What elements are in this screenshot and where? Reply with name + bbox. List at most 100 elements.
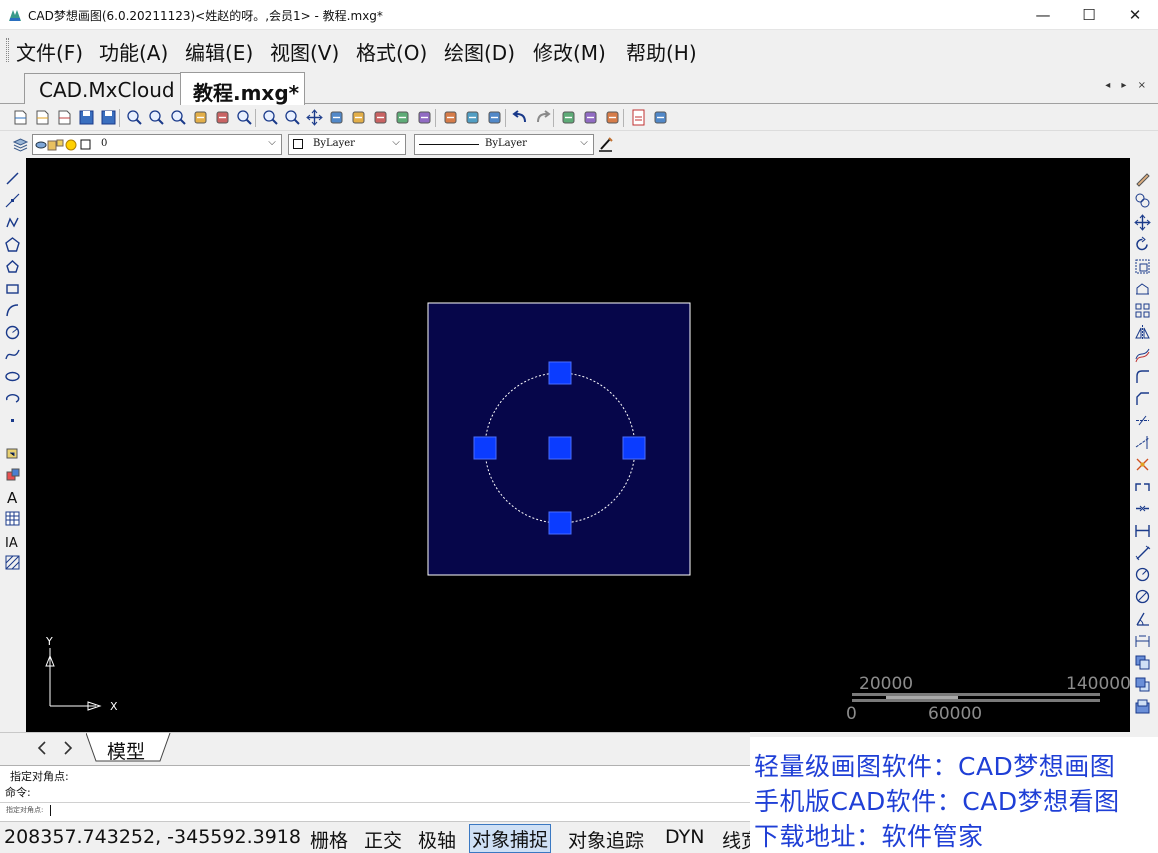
menu-draw[interactable]: 绘图(D) — [444, 37, 515, 66]
grip-center[interactable] — [548, 436, 572, 460]
open-file-icon[interactable] — [34, 109, 51, 126]
menu-view[interactable]: 视图(V) — [270, 37, 339, 66]
layer-dropdown[interactable]: 0 ⌵ — [32, 134, 282, 155]
osnap-toggle[interactable]: 对象捕捉 — [469, 824, 552, 853]
polar-toggle[interactable]: 极轴 — [418, 826, 456, 853]
menu-function[interactable]: 功能(A) — [99, 37, 168, 66]
erase-icon[interactable] — [1134, 170, 1151, 187]
dim-radius-icon[interactable] — [1134, 566, 1151, 583]
table-icon[interactable] — [4, 510, 21, 527]
arc-icon[interactable] — [4, 302, 21, 319]
menu-file[interactable]: 文件(F) — [16, 37, 83, 66]
ortho-toggle[interactable]: 正交 — [364, 826, 402, 853]
ellipse-icon[interactable] — [4, 368, 21, 385]
polygon-icon[interactable] — [4, 236, 21, 253]
match-properties-icon[interactable] — [442, 109, 459, 126]
lineweight-icon[interactable] — [597, 136, 614, 153]
ellipse-arc-icon[interactable] — [4, 390, 21, 407]
color-dropdown[interactable]: ByLayer ⌵ — [288, 134, 406, 155]
next-layout-icon[interactable] — [62, 739, 74, 757]
fillet-icon[interactable] — [1134, 368, 1151, 385]
construction-line-icon[interactable] — [4, 192, 21, 209]
draw-order-above-icon[interactable] — [1134, 698, 1151, 715]
zoom-all-icon[interactable] — [262, 109, 279, 126]
array-icon[interactable] — [1134, 302, 1151, 319]
menu-format[interactable]: 格式(O) — [356, 37, 427, 66]
menu-help[interactable]: 帮助(H) — [626, 37, 697, 66]
tab-navigation[interactable]: ◂ ▸ × — [1105, 80, 1150, 91]
rotate-icon[interactable] — [1134, 236, 1151, 253]
print-icon[interactable] — [486, 109, 503, 126]
zoom-in-icon[interactable] — [284, 109, 301, 126]
hatch-icon[interactable] — [4, 554, 21, 571]
save-icon[interactable] — [78, 109, 95, 126]
line-icon[interactable] — [4, 170, 21, 187]
mirror-icon[interactable] — [1134, 324, 1151, 341]
explode-icon[interactable] — [1134, 456, 1151, 473]
draw-order-back-icon[interactable] — [1134, 676, 1151, 693]
break-icon[interactable] — [1134, 478, 1151, 495]
menu-modify[interactable]: 修改(M) — [533, 37, 606, 66]
extend-icon[interactable] — [1134, 434, 1151, 451]
chamfer-icon[interactable] — [1134, 390, 1151, 407]
grip-bottom[interactable] — [548, 511, 572, 535]
tab-tutorial-active[interactable]: 教程.mxg* — [180, 72, 305, 105]
prev-layout-icon[interactable] — [36, 739, 48, 757]
zoom-realtime-icon[interactable] — [126, 109, 143, 126]
render-icon[interactable] — [582, 109, 599, 126]
command-input[interactable]: 指定对角点: — [0, 802, 750, 822]
grip-left[interactable] — [473, 436, 497, 460]
text-icon[interactable]: A — [4, 488, 21, 505]
trim-icon[interactable] — [1134, 412, 1151, 429]
dim-linear-icon[interactable] — [1134, 522, 1151, 539]
stretch-icon[interactable] — [1134, 280, 1151, 297]
rectangle-icon[interactable] — [4, 280, 21, 297]
polyline-icon[interactable] — [4, 214, 21, 231]
redo-icon[interactable] — [534, 109, 551, 126]
dim-baseline-icon[interactable] — [1134, 632, 1151, 649]
layer-manager-icon[interactable] — [12, 136, 29, 153]
color-picker-icon[interactable] — [350, 109, 367, 126]
zoom-previous-icon[interactable] — [236, 109, 253, 126]
move-icon[interactable] — [306, 109, 323, 126]
render2-icon[interactable] — [604, 109, 621, 126]
edit-properties-icon[interactable] — [464, 109, 481, 126]
menu-grip[interactable] — [6, 38, 9, 62]
circle-icon[interactable] — [4, 324, 21, 341]
dim-aligned-icon[interactable] — [1134, 544, 1151, 561]
minimize-button[interactable]: — — [1020, 0, 1066, 30]
ucs-icon[interactable] — [214, 109, 231, 126]
maximize-button[interactable]: ☐ — [1066, 0, 1112, 30]
dim-diameter-icon[interactable] — [1134, 588, 1151, 605]
mtext-icon[interactable]: IA — [4, 532, 21, 549]
new-file-icon[interactable] — [12, 109, 29, 126]
move-icon[interactable] — [1134, 214, 1151, 231]
grip-right[interactable] — [622, 436, 646, 460]
open-folder-icon[interactable] — [56, 109, 73, 126]
offset-icon[interactable] — [1134, 346, 1151, 363]
draw-order-front-icon[interactable] — [1134, 654, 1151, 671]
save-all-icon[interactable] — [100, 109, 117, 126]
zoom-extents-icon[interactable] — [170, 109, 187, 126]
tab-model[interactable]: 模型 — [86, 733, 172, 763]
spline-icon[interactable] — [4, 346, 21, 363]
copy-icon[interactable] — [1134, 192, 1151, 209]
drawing-canvas[interactable]: Y X 20000 140000 0 60000 — [26, 158, 1130, 732]
make-block-icon[interactable] — [4, 466, 21, 483]
menu-edit[interactable]: 编辑(E) — [185, 37, 253, 66]
export-icon[interactable] — [416, 109, 433, 126]
join-icon[interactable] — [1134, 500, 1151, 517]
otrack-toggle[interactable]: 对象追踪 — [568, 826, 644, 853]
pen-icon[interactable] — [394, 109, 411, 126]
tab-cad-mxcloud[interactable]: CAD.MxCloud — [24, 73, 194, 104]
lineweight-toggle[interactable]: 线宽 — [722, 826, 750, 853]
grid-toggle[interactable]: 栅格 — [310, 826, 348, 853]
brush-icon[interactable] — [328, 109, 345, 126]
close-button[interactable]: ✕ — [1112, 0, 1158, 30]
grip-top[interactable] — [548, 361, 572, 385]
pentagon-icon[interactable] — [4, 258, 21, 275]
image-icon[interactable] — [652, 109, 669, 126]
dyn-toggle[interactable]: DYN — [665, 826, 704, 848]
plot-icon[interactable] — [560, 109, 577, 126]
dim-angle-icon[interactable] — [1134, 610, 1151, 627]
